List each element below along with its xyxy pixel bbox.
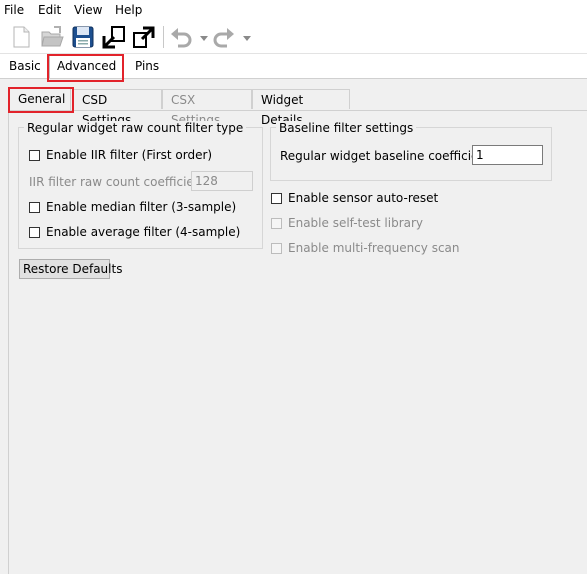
tab-widget-details[interactable]: Widget Details xyxy=(252,89,350,127)
tab-panel-left-border xyxy=(8,110,9,574)
redo-dropdown-icon[interactable] xyxy=(242,32,252,42)
self-test-library-label: Enable self-test library xyxy=(288,216,424,230)
undo-icon[interactable] xyxy=(168,24,194,50)
advanced-tab-highlight xyxy=(47,54,124,82)
iir-coefficient-input[interactable]: 128 xyxy=(191,171,253,191)
checkbox-box[interactable] xyxy=(271,217,282,229)
tab-csd-settings[interactable]: CSD Settings xyxy=(73,89,162,127)
raw-count-filter-group-title: Regular widget raw count filter type xyxy=(24,121,247,135)
new-file-icon[interactable] xyxy=(8,24,34,50)
menu-help[interactable]: Help xyxy=(115,3,142,17)
menu-bar: File Edit View Help xyxy=(0,0,587,20)
undo-dropdown-icon[interactable] xyxy=(199,32,209,42)
tab-panel-border xyxy=(8,110,587,111)
average-filter-checkbox[interactable]: Enable average filter (4-sample) xyxy=(29,224,240,240)
restore-defaults-button[interactable]: Restore Defaults xyxy=(19,259,122,279)
iir-filter-checkbox[interactable]: Enable IIR filter (First order) xyxy=(29,147,212,163)
general-tab-highlight xyxy=(8,87,74,113)
save-icon[interactable] xyxy=(70,24,96,50)
multi-frequency-scan-label: Enable multi-frequency scan xyxy=(288,241,460,255)
inner-tab-bar: General CSD Settings CSX Settings Widget… xyxy=(0,88,587,127)
tab-basic[interactable]: Basic xyxy=(2,56,48,76)
median-filter-label: Enable median filter (3-sample) xyxy=(46,200,237,214)
open-folder-icon[interactable] xyxy=(39,24,65,50)
toolbar xyxy=(0,20,587,54)
checkbox-box[interactable] xyxy=(29,149,40,161)
median-filter-checkbox[interactable]: Enable median filter (3-sample) xyxy=(29,199,236,215)
iir-coefficient-label: IIR filter raw count coefficient: xyxy=(29,175,211,189)
tab-pins[interactable]: Pins xyxy=(128,56,166,76)
average-filter-label: Enable average filter (4-sample) xyxy=(46,225,241,239)
tab-csx-settings[interactable]: CSX Settings xyxy=(162,89,252,127)
menu-file[interactable]: File xyxy=(4,3,24,17)
baseline-filter-group-title: Baseline filter settings xyxy=(276,121,417,135)
checkbox-box[interactable] xyxy=(29,201,40,213)
checkbox-box[interactable] xyxy=(29,226,40,238)
menu-view[interactable]: View xyxy=(74,3,102,17)
import-icon[interactable] xyxy=(101,24,127,50)
iir-filter-label: Enable IIR filter (First order) xyxy=(46,148,213,162)
export-icon[interactable] xyxy=(131,24,157,50)
checkbox-box[interactable] xyxy=(271,192,282,204)
sensor-auto-reset-label: Enable sensor auto-reset xyxy=(288,191,439,205)
self-test-library-checkbox[interactable]: Enable self-test library xyxy=(271,215,423,231)
menu-edit[interactable]: Edit xyxy=(38,3,61,17)
redo-icon[interactable] xyxy=(211,24,237,50)
sensor-auto-reset-checkbox[interactable]: Enable sensor auto-reset xyxy=(271,190,438,206)
multi-frequency-scan-checkbox[interactable]: Enable multi-frequency scan xyxy=(271,240,460,256)
toolbar-separator xyxy=(163,26,164,48)
baseline-coefficient-label: Regular widget baseline coefficient: xyxy=(280,149,495,163)
checkbox-box[interactable] xyxy=(271,242,282,254)
baseline-coefficient-input[interactable]: 1 xyxy=(472,145,543,165)
